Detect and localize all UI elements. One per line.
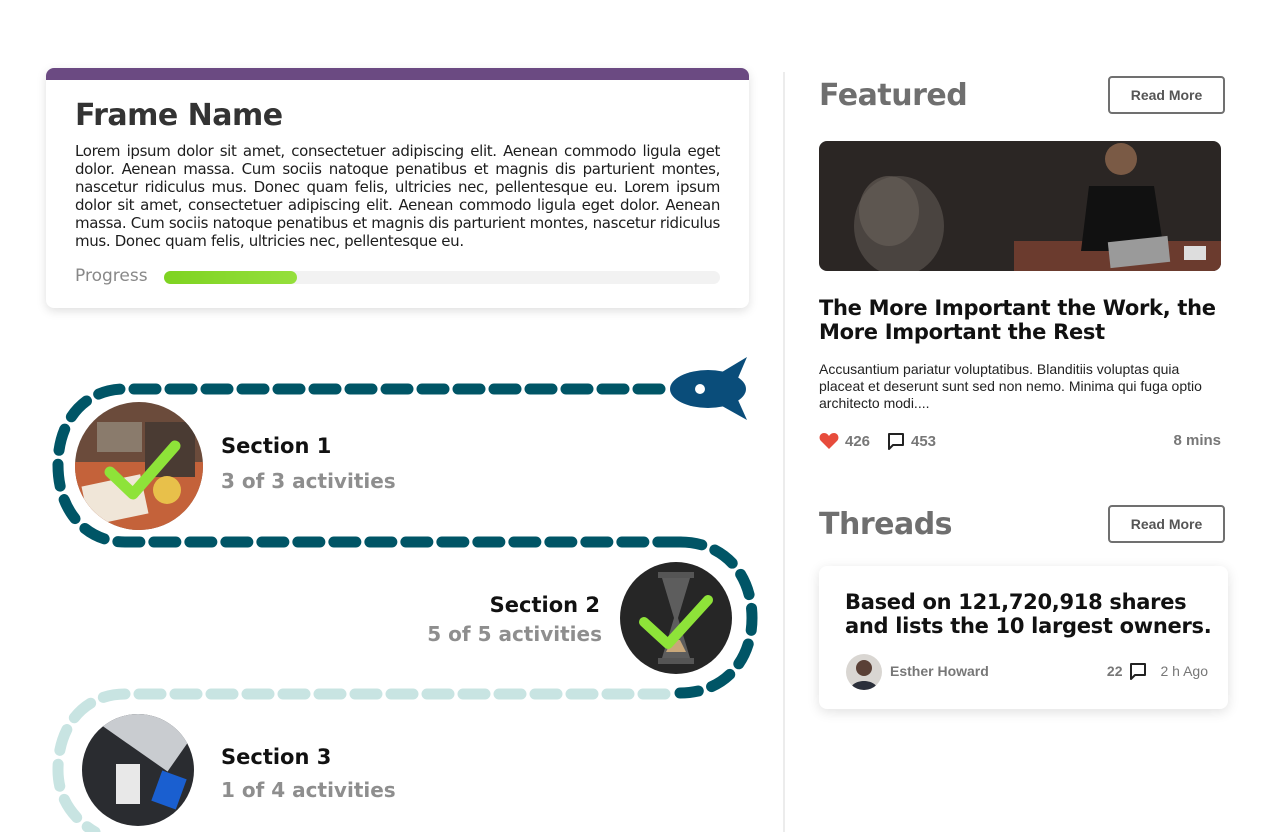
comments[interactable]: 453 xyxy=(887,432,936,450)
comment-icon xyxy=(1129,663,1146,680)
thread-title[interactable]: Based on 121,720,918 shares and lists th… xyxy=(845,590,1215,638)
section-1-title[interactable]: Section 1 xyxy=(221,434,331,458)
section-1-progress: 3 of 3 activities xyxy=(221,469,396,493)
featured-heading: Featured xyxy=(819,78,968,113)
featured-article-description: Accusantium pariatur voluptatibus. Bland… xyxy=(819,361,1202,411)
thread-time: 2 h Ago xyxy=(1160,663,1209,679)
avatar[interactable] xyxy=(846,654,882,690)
featured-article-title[interactable]: The More Important the Work, the More Im… xyxy=(819,296,1219,344)
author-name[interactable]: Esther Howard xyxy=(890,663,989,679)
read-time: 8 mins xyxy=(1173,432,1221,449)
threads-read-more-button[interactable]: Read More xyxy=(1108,505,1225,543)
comment-icon xyxy=(888,433,904,450)
rocket-icon xyxy=(670,357,747,420)
thread-card[interactable]: Based on 121,720,918 shares and lists th… xyxy=(819,566,1228,709)
section-3-image[interactable] xyxy=(82,714,194,826)
threads-heading: Threads xyxy=(819,507,953,542)
check-icon xyxy=(104,440,181,500)
featured-stats: 426 453 8 mins xyxy=(819,432,1221,454)
column-divider xyxy=(783,72,785,832)
featured-read-more-button[interactable]: Read More xyxy=(1108,76,1225,114)
section-1-image[interactable] xyxy=(75,402,203,530)
check-icon xyxy=(639,595,713,649)
featured-image[interactable] xyxy=(819,141,1221,271)
heart-icon xyxy=(819,433,839,449)
section-3-progress: 1 of 4 activities xyxy=(221,778,396,802)
likes-count: 426 xyxy=(845,432,871,450)
section-2-progress: 5 of 5 activities xyxy=(427,622,602,646)
likes[interactable]: 426 xyxy=(819,432,870,450)
section-2-image[interactable] xyxy=(620,562,732,674)
thread-meta: 22 2 h Ago xyxy=(1107,662,1208,680)
comments-count: 453 xyxy=(911,432,937,450)
section-3-title[interactable]: Section 3 xyxy=(221,745,331,769)
section-2-title[interactable]: Section 2 xyxy=(440,593,600,617)
thread-comment-count: 22 xyxy=(1106,663,1123,679)
